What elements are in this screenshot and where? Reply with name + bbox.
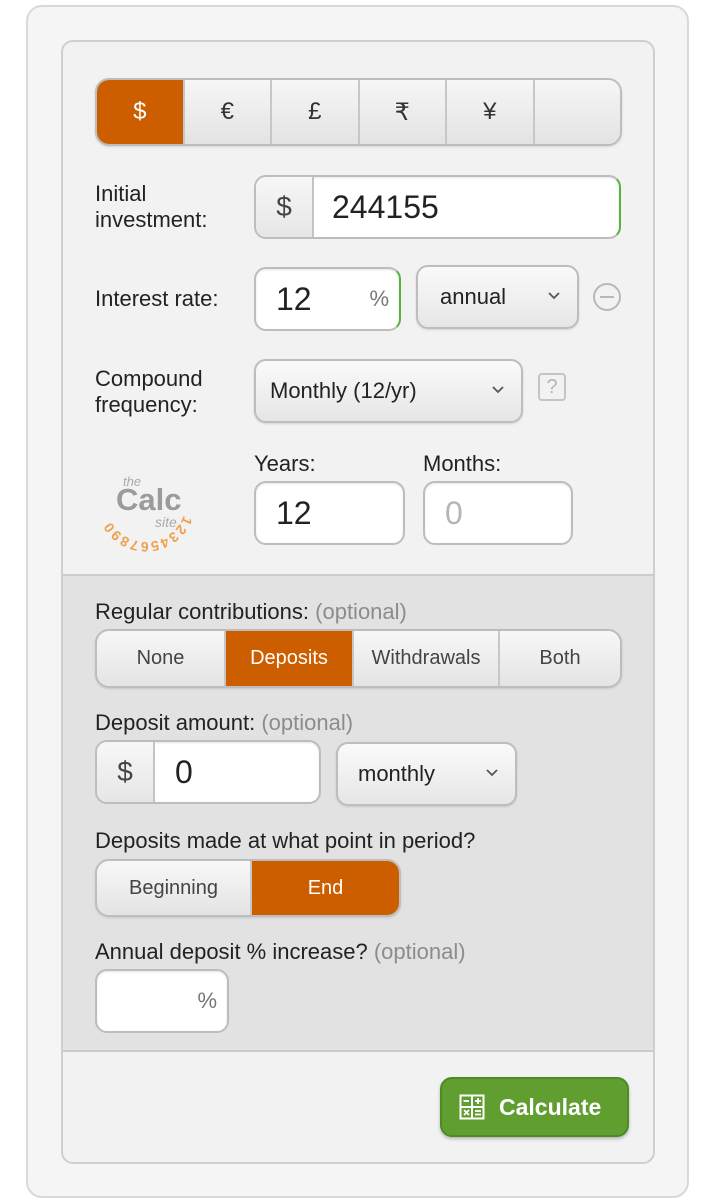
currency-pound-button[interactable]: £: [272, 80, 360, 144]
remove-circle-icon[interactable]: [592, 282, 622, 312]
years-value[interactable]: 12: [276, 483, 312, 543]
currency-yen-button[interactable]: ¥: [447, 80, 535, 144]
years-field[interactable]: 12: [254, 481, 405, 545]
currency-selector: $ € £ ₹ ¥: [95, 78, 622, 146]
regular-contributions-text: Regular contributions:: [95, 599, 310, 624]
annual-increase-percent-suffix: %: [197, 988, 217, 1013]
compound-frequency-label-line1: Compound: [95, 366, 203, 391]
annual-increase-optional: (optional): [373, 939, 466, 964]
calculate-button-label: Calculate: [499, 1093, 602, 1120]
calculate-button[interactable]: Calculate: [440, 1077, 629, 1137]
contribution-deposits-button[interactable]: Deposits: [226, 631, 354, 686]
timing-beginning-button[interactable]: Beginning: [97, 861, 252, 915]
deposit-currency-prefix: $: [97, 742, 155, 802]
deposit-amount-text: Deposit amount:: [95, 710, 256, 735]
currency-dollar-button[interactable]: $: [97, 80, 185, 144]
deposit-amount-field[interactable]: $ 0: [95, 740, 321, 804]
initial-investment-field[interactable]: $ 244155: [254, 175, 621, 239]
contribution-both-button[interactable]: Both: [500, 631, 620, 686]
initial-investment-label-line1: Initial: [95, 181, 147, 206]
regular-contributions-optional: (optional): [315, 599, 407, 624]
interest-rate-value[interactable]: 12: [276, 269, 312, 329]
logo-digit: 6: [140, 539, 148, 552]
compound-frequency-select[interactable]: Monthly (12/yr): [254, 359, 523, 423]
annual-increase-text: Annual deposit % increase?: [95, 939, 368, 964]
contribution-none-button[interactable]: None: [97, 631, 226, 686]
logo-word-calc: Calc: [116, 482, 182, 517]
compound-frequency-label: Compound frequency:: [95, 366, 203, 418]
interest-period-value: annual: [440, 284, 507, 309]
logo-digit: 5: [149, 537, 160, 552]
chevron-down-icon: [548, 292, 560, 300]
initial-investment-value[interactable]: 244155: [332, 177, 439, 237]
initial-investment-currency-prefix: $: [256, 177, 314, 237]
years-label: Years:: [254, 451, 316, 476]
compound-frequency-value: Monthly (12/yr): [270, 378, 417, 403]
contribution-withdrawals-button[interactable]: Withdrawals: [354, 631, 500, 686]
deposit-amount-optional: (optional): [261, 710, 354, 735]
regular-contributions-label: Regular contributions: (optional): [95, 599, 407, 625]
months-placeholder[interactable]: 0: [445, 483, 463, 543]
logo-word-site: site: [155, 514, 177, 530]
deposit-timing-selector: Beginning End: [95, 859, 401, 917]
compound-frequency-label-line2: frequency:: [95, 392, 198, 417]
chevron-down-icon: [492, 386, 504, 394]
annual-increase-label: Annual deposit % increase? (optional): [95, 939, 466, 965]
interest-rate-percent-suffix: %: [369, 286, 389, 311]
deposit-amount-label: Deposit amount: (optional): [95, 710, 353, 736]
deposit-timing-label: Deposits made at what point in period?: [95, 828, 476, 853]
initial-investment-label-line2: investment:: [95, 207, 208, 232]
contribution-type-selector: None Deposits Withdrawals Both: [95, 629, 622, 688]
calc-site-logo: 1234567890 1234567890 the Calc site: [96, 452, 196, 555]
currency-rupee-button[interactable]: ₹: [359, 80, 447, 144]
initial-investment-label: Initial investment:: [95, 181, 208, 233]
months-field[interactable]: 0: [423, 481, 573, 545]
interest-period-select[interactable]: annual: [416, 265, 579, 329]
months-label: Months:: [423, 451, 502, 476]
deposit-frequency-value: monthly: [358, 761, 436, 786]
interest-rate-field[interactable]: 12 %: [254, 267, 401, 331]
annual-increase-field[interactable]: %: [95, 969, 229, 1033]
deposit-amount-value[interactable]: 0: [175, 742, 193, 802]
currency-euro-button[interactable]: €: [184, 80, 272, 144]
currency-blank-button[interactable]: [534, 80, 620, 144]
help-icon[interactable]: ?: [538, 373, 566, 401]
calculator-icon: [459, 1094, 485, 1120]
interest-rate-label: Interest rate:: [95, 286, 219, 311]
timing-end-button[interactable]: End: [252, 861, 399, 915]
deposit-frequency-select[interactable]: monthly: [336, 742, 517, 806]
chevron-down-icon: [486, 769, 498, 777]
